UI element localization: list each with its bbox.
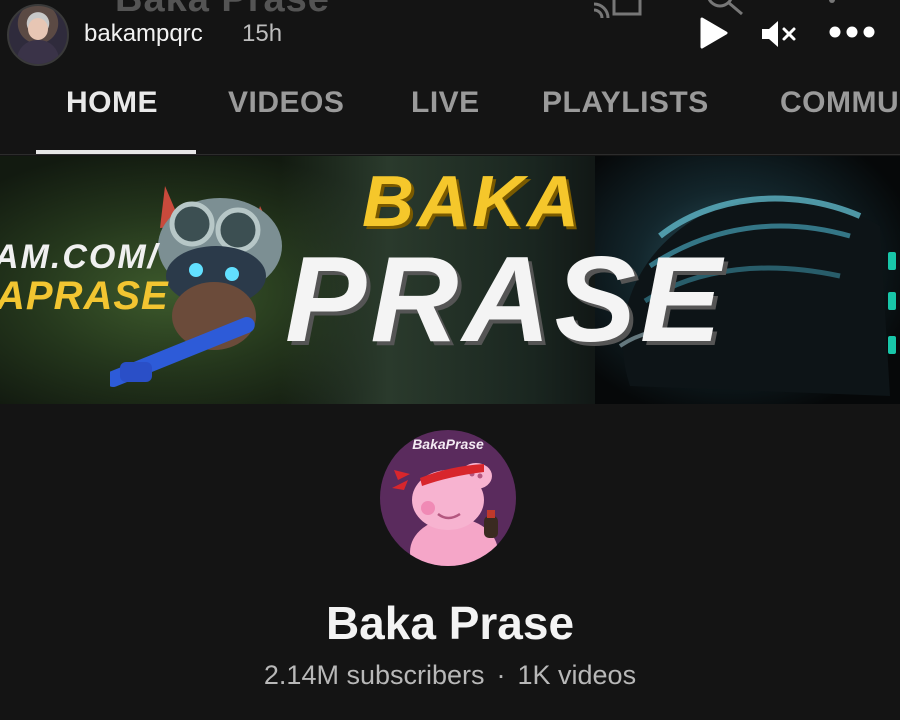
avatar-coat xyxy=(17,40,59,64)
tab-live[interactable]: LIVE xyxy=(411,86,480,120)
banner-accent-mark xyxy=(888,336,896,354)
banner-title-bottom: PRASE xyxy=(285,231,726,367)
banner-url-text: AM.COM/ xyxy=(0,238,160,276)
mute-button[interactable] xyxy=(760,18,798,50)
story-header: Baka Prase bakampqrc 15h xyxy=(0,0,900,72)
channel-avatar[interactable]: BakaPrase xyxy=(380,430,516,566)
banner-accent-mark xyxy=(888,292,896,310)
tab-videos[interactable]: VIDEOS xyxy=(228,86,344,120)
channel-stats: 2.14M subscribers · 1K videos xyxy=(0,660,900,691)
banner-accent-mark xyxy=(888,252,896,270)
post-time: 15h xyxy=(242,20,283,47)
subscriber-count: 2.14M subscribers xyxy=(263,660,485,690)
avatar-face xyxy=(28,18,48,40)
video-count: 1K videos xyxy=(517,660,637,690)
tab-home[interactable]: HOME xyxy=(66,86,158,120)
background-channel-title: Baka Prase xyxy=(115,0,330,21)
banner-title-top: BAKA xyxy=(362,162,582,242)
more-options-button[interactable] xyxy=(828,22,876,42)
tab-playlists[interactable]: PLAYLISTS xyxy=(542,86,709,120)
play-button[interactable] xyxy=(698,16,730,50)
stats-separator: · xyxy=(496,660,506,690)
banner-url-text-2: APRASE xyxy=(0,274,169,318)
tab-community[interactable]: COMMU xyxy=(780,86,899,120)
username[interactable]: bakampqrc xyxy=(84,20,203,48)
cast-icon xyxy=(593,0,642,18)
channel-name: Baka Prase xyxy=(325,597,575,649)
tabs-divider xyxy=(0,154,900,155)
user-avatar[interactable] xyxy=(7,4,69,66)
kebab-menu-icon xyxy=(829,0,835,3)
channel-banner: AM.COM/ APRASE BAKA PRASE xyxy=(0,156,900,404)
avatar-watermark-text: BakaPrase xyxy=(412,436,484,452)
channel-tabs: HOME VIDEOS LIVE PLAYLISTS COMMU xyxy=(0,72,900,156)
